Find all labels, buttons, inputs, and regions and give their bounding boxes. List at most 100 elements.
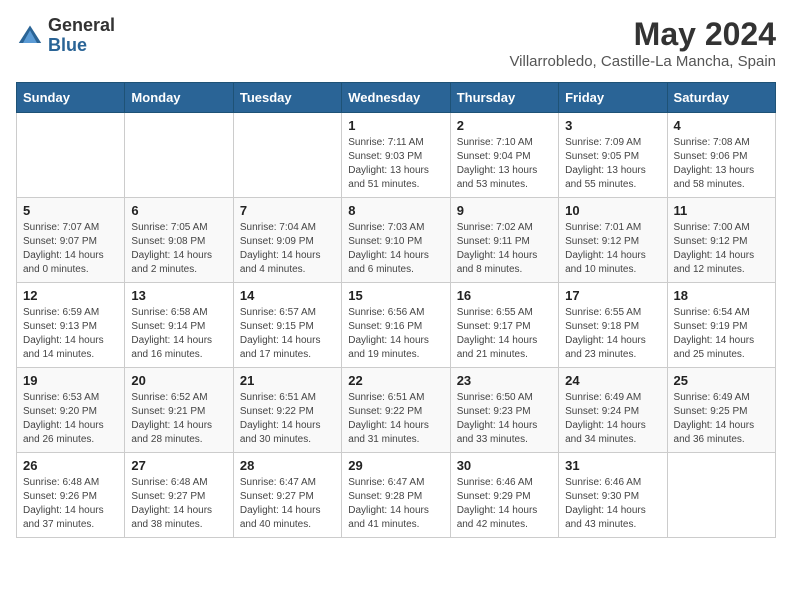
week-row-5: 26Sunrise: 6:48 AM Sunset: 9:26 PM Dayli… <box>17 453 776 538</box>
day-number: 25 <box>674 373 769 388</box>
day-number: 17 <box>565 288 660 303</box>
calendar-cell: 29 Sunrise: 6:47 AM Sunset: 9:28 PM Dayli… <box>342 453 450 538</box>
calendar-cell: 4Sunrise: 7:08 AM Sunset: 9:06 PM Daylig… <box>667 113 775 198</box>
calendar-cell: 31 Sunrise: 6:46 AM Sunset: 9:30 PM Dayli… <box>559 453 667 538</box>
week-row-2: 5 Sunrise: 7:07 AM Sunset: 9:07 PM Daylig… <box>17 198 776 283</box>
day-number: 10 <box>565 203 660 218</box>
day-info: Sunrise: 6:46 AM Sunset: 9:29 PM Dayligh… <box>457 476 552 532</box>
calendar-cell: 25 Sunrise: 6:49 AM Sunset: 9:25 PM Dayli… <box>667 368 775 453</box>
week-row-4: 19 Sunrise: 6:53 AM Sunset: 9:20 PM Dayli… <box>17 368 776 453</box>
logo-text: General Blue <box>48 16 115 56</box>
calendar-cell: 15Sunrise: 6:56 AM Sunset: 9:16 PM Dayli… <box>342 283 450 368</box>
weekday-header-row: SundayMondayTuesdayWednesdayThursdayFrid… <box>17 83 776 113</box>
calendar-cell: 17 Sunrise: 6:55 AM Sunset: 9:18 PM Dayli… <box>559 283 667 368</box>
day-info: Sunrise: 7:07 AM Sunset: 9:07 PM Dayligh… <box>23 221 118 277</box>
calendar-cell: 5 Sunrise: 7:07 AM Sunset: 9:07 PM Daylig… <box>17 198 125 283</box>
day-info: Sunrise: 6:46 AM Sunset: 9:30 PM Dayligh… <box>565 476 660 532</box>
day-info: Sunrise: 6:58 AM Sunset: 9:14 PM Dayligh… <box>131 306 226 362</box>
week-row-1: 1Sunrise: 7:11 AM Sunset: 9:03 PM Daylig… <box>17 113 776 198</box>
day-info: Sunrise: 6:59 AM Sunset: 9:13 PM Dayligh… <box>23 306 118 362</box>
day-info: Sunrise: 7:03 AM Sunset: 9:10 PM Dayligh… <box>348 221 443 277</box>
calendar-cell: 26Sunrise: 6:48 AM Sunset: 9:26 PM Dayli… <box>17 453 125 538</box>
day-info: Sunrise: 7:05 AM Sunset: 9:08 PM Dayligh… <box>131 221 226 277</box>
day-number: 28 <box>240 458 335 473</box>
day-number: 26 <box>23 458 118 473</box>
calendar-cell: 23 Sunrise: 6:50 AM Sunset: 9:23 PM Dayli… <box>450 368 558 453</box>
calendar-cell: 10Sunrise: 7:01 AM Sunset: 9:12 PM Dayli… <box>559 198 667 283</box>
day-number: 22 <box>348 373 443 388</box>
calendar-cell: 20 Sunrise: 6:52 AM Sunset: 9:21 PM Dayli… <box>125 368 233 453</box>
calendar-cell: 28 Sunrise: 6:47 AM Sunset: 9:27 PM Dayli… <box>233 453 341 538</box>
weekday-header-friday: Friday <box>559 83 667 113</box>
calendar-cell: 16 Sunrise: 6:55 AM Sunset: 9:17 PM Dayli… <box>450 283 558 368</box>
day-info: Sunrise: 6:52 AM Sunset: 9:21 PM Dayligh… <box>131 391 226 447</box>
day-info: Sunrise: 7:00 AM Sunset: 9:12 PM Dayligh… <box>674 221 769 277</box>
day-info: Sunrise: 7:04 AM Sunset: 9:09 PM Dayligh… <box>240 221 335 277</box>
weekday-header-monday: Monday <box>125 83 233 113</box>
title-block: May 2024 Villarrobledo, Castille-La Manc… <box>509 16 776 70</box>
calendar-cell: 21Sunrise: 6:51 AM Sunset: 9:22 PM Dayli… <box>233 368 341 453</box>
day-info: Sunrise: 6:51 AM Sunset: 9:22 PM Dayligh… <box>240 391 335 447</box>
week-row-3: 12 Sunrise: 6:59 AM Sunset: 9:13 PM Dayli… <box>17 283 776 368</box>
weekday-header-sunday: Sunday <box>17 83 125 113</box>
day-info: Sunrise: 7:10 AM Sunset: 9:04 PM Dayligh… <box>457 136 552 192</box>
day-number: 9 <box>457 203 552 218</box>
day-info: Sunrise: 6:49 AM Sunset: 9:25 PM Dayligh… <box>674 391 769 447</box>
day-info: Sunrise: 6:55 AM Sunset: 9:18 PM Dayligh… <box>565 306 660 362</box>
calendar-cell: 7 Sunrise: 7:04 AM Sunset: 9:09 PM Daylig… <box>233 198 341 283</box>
calendar-cell: 13 Sunrise: 6:58 AM Sunset: 9:14 PM Dayli… <box>125 283 233 368</box>
page-header: General Blue May 2024 Villarrobledo, Cas… <box>16 16 776 70</box>
calendar-cell: 2Sunrise: 7:10 AM Sunset: 9:04 PM Daylig… <box>450 113 558 198</box>
calendar-cell: 1Sunrise: 7:11 AM Sunset: 9:03 PM Daylig… <box>342 113 450 198</box>
calendar-cell: 19 Sunrise: 6:53 AM Sunset: 9:20 PM Dayli… <box>17 368 125 453</box>
day-info: Sunrise: 6:51 AM Sunset: 9:22 PM Dayligh… <box>348 391 443 447</box>
logo-icon <box>16 22 44 50</box>
day-number: 12 <box>23 288 118 303</box>
logo-general-text: General <box>48 16 115 36</box>
calendar-cell <box>125 113 233 198</box>
calendar-cell <box>17 113 125 198</box>
day-info: Sunrise: 7:11 AM Sunset: 9:03 PM Dayligh… <box>348 136 443 192</box>
day-number: 27 <box>131 458 226 473</box>
day-number: 13 <box>131 288 226 303</box>
day-number: 16 <box>457 288 552 303</box>
day-info: Sunrise: 6:53 AM Sunset: 9:20 PM Dayligh… <box>23 391 118 447</box>
weekday-header-thursday: Thursday <box>450 83 558 113</box>
day-number: 19 <box>23 373 118 388</box>
logo: General Blue <box>16 16 115 56</box>
day-info: Sunrise: 7:09 AM Sunset: 9:05 PM Dayligh… <box>565 136 660 192</box>
calendar-cell: 22 Sunrise: 6:51 AM Sunset: 9:22 PM Dayli… <box>342 368 450 453</box>
day-number: 31 <box>565 458 660 473</box>
calendar-cell: 11Sunrise: 7:00 AM Sunset: 9:12 PM Dayli… <box>667 198 775 283</box>
weekday-header-wednesday: Wednesday <box>342 83 450 113</box>
day-number: 29 <box>348 458 443 473</box>
calendar-cell: 3 Sunrise: 7:09 AM Sunset: 9:05 PM Daylig… <box>559 113 667 198</box>
day-info: Sunrise: 6:47 AM Sunset: 9:27 PM Dayligh… <box>240 476 335 532</box>
day-info: Sunrise: 6:49 AM Sunset: 9:24 PM Dayligh… <box>565 391 660 447</box>
day-number: 18 <box>674 288 769 303</box>
calendar-cell: 14Sunrise: 6:57 AM Sunset: 9:15 PM Dayli… <box>233 283 341 368</box>
day-number: 5 <box>23 203 118 218</box>
day-info: Sunrise: 6:57 AM Sunset: 9:15 PM Dayligh… <box>240 306 335 362</box>
day-info: Sunrise: 6:47 AM Sunset: 9:28 PM Dayligh… <box>348 476 443 532</box>
calendar-cell: 8 Sunrise: 7:03 AM Sunset: 9:10 PM Daylig… <box>342 198 450 283</box>
day-number: 15 <box>348 288 443 303</box>
day-number: 6 <box>131 203 226 218</box>
calendar-cell: 27 Sunrise: 6:48 AM Sunset: 9:27 PM Dayli… <box>125 453 233 538</box>
day-info: Sunrise: 6:55 AM Sunset: 9:17 PM Dayligh… <box>457 306 552 362</box>
day-info: Sunrise: 6:50 AM Sunset: 9:23 PM Dayligh… <box>457 391 552 447</box>
calendar-table: SundayMondayTuesdayWednesdayThursdayFrid… <box>16 82 776 538</box>
calendar-cell: 24Sunrise: 6:49 AM Sunset: 9:24 PM Dayli… <box>559 368 667 453</box>
calendar-cell: 9Sunrise: 7:02 AM Sunset: 9:11 PM Daylig… <box>450 198 558 283</box>
day-info: Sunrise: 6:48 AM Sunset: 9:27 PM Dayligh… <box>131 476 226 532</box>
day-number: 3 <box>565 118 660 133</box>
calendar-cell <box>233 113 341 198</box>
calendar-cell: 6 Sunrise: 7:05 AM Sunset: 9:08 PM Daylig… <box>125 198 233 283</box>
day-number: 30 <box>457 458 552 473</box>
day-number: 7 <box>240 203 335 218</box>
weekday-header-tuesday: Tuesday <box>233 83 341 113</box>
day-info: Sunrise: 7:08 AM Sunset: 9:06 PM Dayligh… <box>674 136 769 192</box>
day-number: 20 <box>131 373 226 388</box>
day-number: 8 <box>348 203 443 218</box>
day-number: 23 <box>457 373 552 388</box>
